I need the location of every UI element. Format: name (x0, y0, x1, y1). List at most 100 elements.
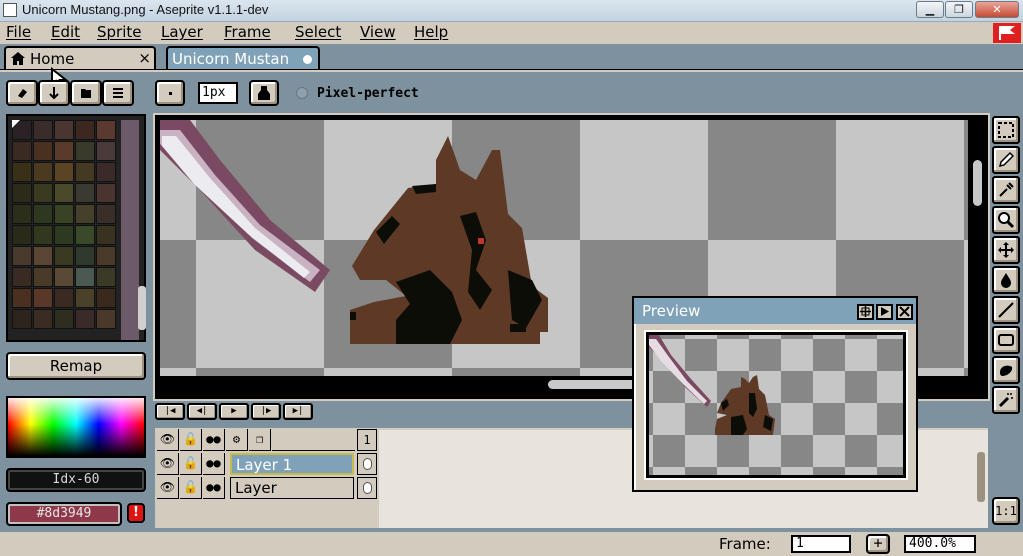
palette-swatch[interactable] (33, 225, 53, 245)
preview-canvas[interactable] (646, 332, 906, 478)
background-color-button[interactable]: #8d3949 (6, 502, 122, 526)
minimize-button[interactable]: ▁ (916, 1, 944, 18)
rectangle-tool[interactable] (992, 326, 1020, 354)
palette-swatch[interactable] (75, 141, 95, 161)
palette-swatch[interactable] (75, 204, 95, 224)
play-button[interactable]: ▶ (219, 403, 249, 420)
palette-swatch[interactable] (12, 183, 32, 203)
palette-swatch[interactable] (96, 225, 116, 245)
frame-header-1[interactable]: 1 (357, 429, 377, 451)
menu-frame[interactable]: Frame (224, 22, 271, 44)
close-window-button[interactable]: ✕ (975, 1, 1019, 18)
layer-visible-eye-icon[interactable]: 👁 (157, 477, 179, 499)
menu-view[interactable]: View (360, 22, 396, 44)
canvas-vertical-scroll-thumb[interactable] (973, 160, 982, 206)
timeline-scrollbar[interactable] (977, 452, 985, 502)
menu-select[interactable]: Select (295, 22, 341, 44)
palette-options-button[interactable] (102, 80, 134, 106)
next-frame-button[interactable]: |▶ (251, 403, 281, 420)
line-tool[interactable] (992, 296, 1020, 324)
layer-continuous-icon[interactable]: ●● (203, 477, 225, 499)
eraser-mode-button[interactable] (6, 80, 38, 106)
palette-swatch[interactable] (54, 204, 74, 224)
palette-swatch[interactable] (96, 246, 116, 266)
palette-swatch[interactable] (33, 141, 53, 161)
visibility-header-eye-icon[interactable]: 👁 (157, 429, 179, 451)
palette-swatch[interactable] (12, 225, 32, 245)
layer-unlock-icon[interactable]: 🔓 (180, 477, 202, 499)
palette-swatch[interactable] (54, 288, 74, 308)
palette-swatch[interactable] (54, 141, 74, 161)
palette-view[interactable] (6, 114, 146, 342)
palette-swatch[interactable] (12, 267, 32, 287)
preview-close-button[interactable] (896, 304, 913, 320)
cel-layer-frame-1[interactable] (357, 477, 377, 499)
cel-layer-1-frame-1[interactable] (357, 453, 377, 475)
palette-swatch[interactable] (75, 183, 95, 203)
layer-continuous-icon[interactable]: ●● (203, 453, 225, 475)
last-frame-button[interactable]: ▶| (283, 403, 313, 420)
canvas-vertical-scrollbar[interactable] (970, 120, 984, 376)
palette-swatch[interactable] (75, 162, 95, 182)
palette-swatch[interactable] (96, 120, 116, 140)
pixel-perfect-checkbox[interactable] (296, 87, 308, 99)
palette-swatch[interactable] (96, 141, 116, 161)
continuous-header-icon[interactable]: ●● (203, 429, 225, 451)
menu-file[interactable]: File (6, 22, 31, 44)
sort-palette-button[interactable] (38, 80, 70, 106)
frame-number-input[interactable]: 1 (791, 535, 851, 553)
zoom-level-input[interactable]: 400.0% (904, 535, 976, 553)
rectangular-marquee-tool[interactable] (992, 116, 1020, 144)
paint-bucket-tool[interactable] (992, 266, 1020, 294)
color-warning-button[interactable]: ! (127, 503, 145, 523)
palette-swatch[interactable] (54, 225, 74, 245)
remap-button[interactable]: Remap (6, 352, 146, 380)
layer-row-layer[interactable]: 👁 🔓 ●● Layer (157, 477, 355, 499)
reset-zoom-button[interactable]: 1:1 (992, 497, 1020, 525)
palette-swatch[interactable] (75, 120, 95, 140)
palette-swatch[interactable] (54, 246, 74, 266)
palette-swatch[interactable] (54, 267, 74, 287)
layer-row-layer-1[interactable]: 👁 🔓 ●● Layer 1 (157, 453, 355, 475)
onion-skin-gear-icon[interactable]: ⚙ (226, 429, 248, 451)
palette-swatch[interactable] (96, 183, 116, 203)
palette-swatch[interactable] (96, 267, 116, 287)
ink-type-button[interactable] (249, 80, 279, 106)
palette-scrollbar[interactable] (138, 286, 146, 330)
lock-header-icon[interactable]: 🔓 (180, 429, 202, 451)
brush-type-button[interactable] (155, 80, 185, 106)
layer-name[interactable]: Layer 1 (230, 453, 354, 475)
palette-swatch[interactable] (33, 183, 53, 203)
tab-home[interactable]: Home × (4, 46, 156, 70)
palette-swatch[interactable] (12, 162, 32, 182)
palette-swatch[interactable] (33, 288, 53, 308)
contour-tool[interactable] (992, 356, 1020, 384)
palette-swatch[interactable] (75, 309, 95, 329)
palette-swatch[interactable] (33, 120, 53, 140)
palette-swatch[interactable] (54, 183, 74, 203)
color-spectrum[interactable] (6, 396, 146, 458)
maximize-button[interactable]: ❐ (945, 1, 973, 18)
flag-icon[interactable] (993, 23, 1021, 43)
palette-swatch[interactable] (12, 141, 32, 161)
palette-swatch[interactable] (33, 267, 53, 287)
tab-home-close-button[interactable]: × (138, 49, 151, 67)
foreground-color-button[interactable]: Idx-60 (6, 468, 146, 492)
onion-frames-icon[interactable]: ❐ (249, 429, 271, 451)
preview-play-button[interactable] (876, 304, 893, 320)
eyedropper-tool[interactable] (992, 176, 1020, 204)
spray-tool[interactable] (992, 386, 1020, 414)
menu-help[interactable]: Help (414, 22, 448, 44)
palette-swatch[interactable] (12, 309, 32, 329)
palette-swatch[interactable] (33, 309, 53, 329)
palette-swatch[interactable] (54, 309, 74, 329)
move-tool[interactable] (992, 236, 1020, 264)
palette-swatch[interactable] (33, 162, 53, 182)
layer-visible-eye-icon[interactable]: 👁 (157, 453, 179, 475)
palette-swatch[interactable] (12, 288, 32, 308)
palette-swatch[interactable] (75, 225, 95, 245)
palette-swatch[interactable] (96, 204, 116, 224)
palette-swatch[interactable] (33, 246, 53, 266)
first-frame-button[interactable]: |◀ (155, 403, 185, 420)
palette-swatch[interactable] (54, 120, 74, 140)
